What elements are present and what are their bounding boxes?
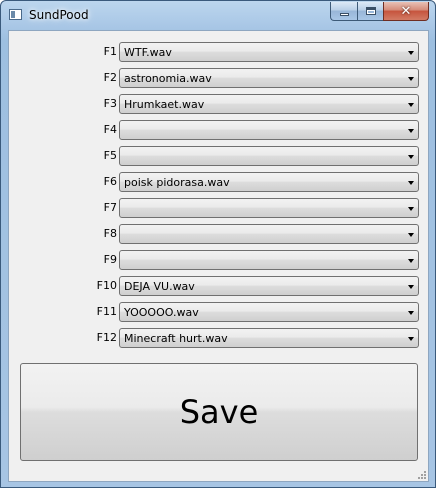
selected-sound: Hrumkaet.wav	[124, 98, 205, 111]
chevron-down-icon	[408, 259, 414, 263]
sound-select-f12[interactable]: Minecraft hurt.wav	[119, 328, 419, 348]
app-window: SundPood ✕ F1 WTF.wav F2 astronomia.wav	[0, 0, 436, 488]
caption-buttons: ✕	[330, 2, 429, 21]
window-title: SundPood	[29, 8, 89, 22]
hotkey-label: F3	[103, 97, 117, 110]
hotkey-label: F2	[103, 71, 117, 84]
minimize-icon	[339, 12, 349, 16]
hotkey-label: F11	[96, 305, 117, 318]
hotkey-label: F10	[96, 279, 117, 292]
hotkey-row-f6: F6 poisk pidorasa.wav	[9, 172, 428, 192]
maximize-icon	[365, 7, 376, 15]
hotkey-row-f1: F1 WTF.wav	[9, 42, 428, 62]
chevron-down-icon	[408, 285, 414, 289]
close-icon: ✕	[400, 3, 412, 19]
hotkey-row-f8: F8	[9, 224, 428, 244]
selected-sound: poisk pidorasa.wav	[124, 176, 230, 189]
hotkey-row-f2: F2 astronomia.wav	[9, 68, 428, 88]
hotkey-row-f7: F7	[9, 198, 428, 218]
maximize-button[interactable]	[357, 2, 383, 21]
selected-sound: DEJA VU.wav	[124, 280, 195, 293]
minimize-button[interactable]	[330, 2, 357, 21]
sound-select-f9[interactable]	[119, 250, 419, 270]
sound-select-f2[interactable]: astronomia.wav	[119, 68, 419, 88]
hotkey-row-f3: F3 Hrumkaet.wav	[9, 94, 428, 114]
hotkey-row-f4: F4	[9, 120, 428, 140]
hotkey-label: F1	[103, 45, 117, 58]
hotkey-label: F4	[103, 123, 117, 136]
chevron-down-icon	[408, 155, 414, 159]
chevron-down-icon	[408, 51, 414, 55]
chevron-down-icon	[408, 207, 414, 211]
hotkey-row-f5: F5	[9, 146, 428, 166]
hotkey-label: F12	[96, 331, 117, 344]
window-icon[interactable]	[9, 9, 22, 20]
sound-select-f11[interactable]: YOOOOO.wav	[119, 302, 419, 322]
hotkey-label: F6	[103, 175, 117, 188]
hotkey-row-f11: F11 YOOOOO.wav	[9, 302, 428, 322]
chevron-down-icon	[408, 77, 414, 81]
selected-sound: YOOOOO.wav	[124, 306, 199, 319]
sound-select-f4[interactable]	[119, 120, 419, 140]
sound-select-f8[interactable]	[119, 224, 419, 244]
hotkey-label: F5	[103, 149, 117, 162]
hotkey-label: F8	[103, 227, 117, 240]
selected-sound: astronomia.wav	[124, 72, 212, 85]
selected-sound: Minecraft hurt.wav	[124, 332, 228, 345]
hotkey-label: F7	[103, 201, 117, 214]
sound-select-f1[interactable]: WTF.wav	[119, 42, 419, 62]
save-button-label: Save	[179, 393, 259, 431]
sound-select-f3[interactable]: Hrumkaet.wav	[119, 94, 419, 114]
chevron-down-icon	[408, 311, 414, 315]
chevron-down-icon	[408, 233, 414, 237]
chevron-down-icon	[408, 103, 414, 107]
chevron-down-icon	[408, 129, 414, 133]
hotkey-row-f10: F10 DEJA VU.wav	[9, 276, 428, 296]
sound-select-f5[interactable]	[119, 146, 419, 166]
hotkey-row-f12: F12 Minecraft hurt.wav	[9, 328, 428, 348]
save-button[interactable]: Save	[20, 363, 418, 461]
chevron-down-icon	[408, 181, 414, 185]
title-bar[interactable]: SundPood ✕	[1, 1, 435, 29]
hotkey-label: F9	[103, 253, 117, 266]
sound-select-f6[interactable]: poisk pidorasa.wav	[119, 172, 419, 192]
resize-grip-icon[interactable]	[416, 469, 426, 479]
selected-sound: WTF.wav	[124, 46, 172, 59]
hotkey-row-f9: F9	[9, 250, 428, 270]
sound-select-f10[interactable]: DEJA VU.wav	[119, 276, 419, 296]
chevron-down-icon	[408, 337, 414, 341]
close-button[interactable]: ✕	[383, 2, 429, 21]
client-area: F1 WTF.wav F2 astronomia.wav F3 Hrumkaet…	[8, 30, 429, 482]
sound-select-f7[interactable]	[119, 198, 419, 218]
